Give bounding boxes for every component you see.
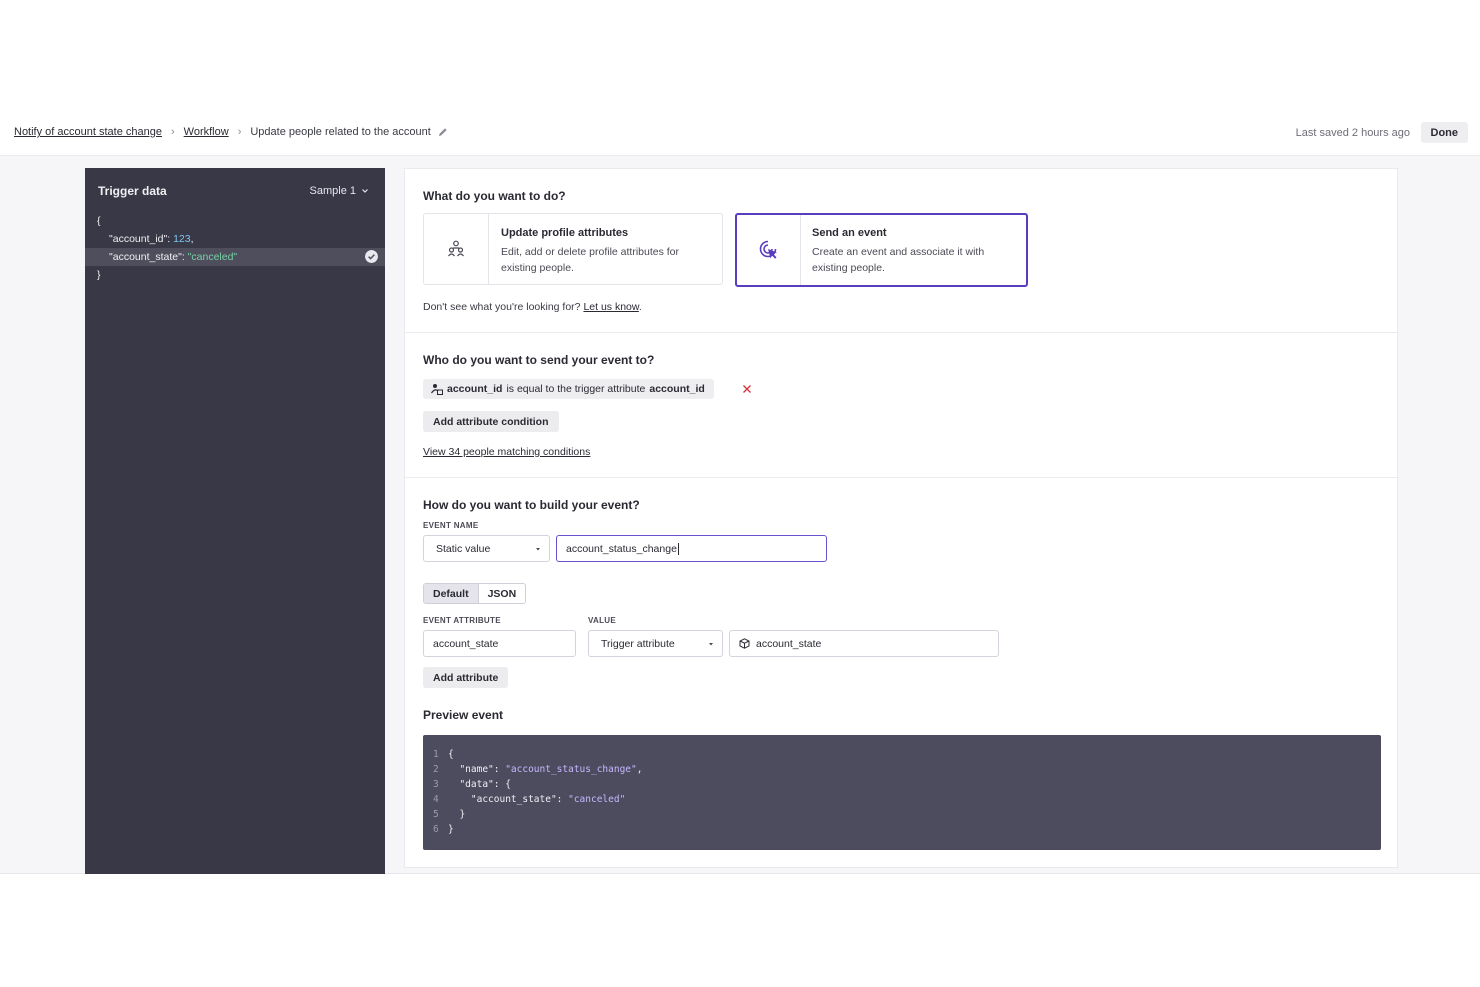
preview-title: Preview event xyxy=(423,708,504,722)
tab-json[interactable]: JSON xyxy=(479,584,526,603)
card-title: Send an event xyxy=(812,227,887,239)
event-attribute-input[interactable]: account_state xyxy=(423,630,576,657)
breadcrumb-campaign[interactable]: Notify of account state change xyxy=(14,126,162,138)
breadcrumb-current: Update people related to the account xyxy=(250,126,431,138)
json-line-account-state[interactable]: "account_state": "canceled" xyxy=(85,248,385,266)
send-event-card[interactable]: Send an event Create an event and associ… xyxy=(735,213,1028,287)
json-line-account-id[interactable]: "account_id": 123, xyxy=(85,230,385,248)
chevron-right-icon: › xyxy=(237,126,242,138)
caret-down-icon xyxy=(709,643,713,646)
audience-section: Who do you want to send your event to? a… xyxy=(405,333,1399,478)
code-line: 5 } xyxy=(433,809,466,820)
add-attribute-condition-button[interactable]: Add attribute condition xyxy=(423,411,559,432)
done-button[interactable]: Done xyxy=(1420,122,1468,143)
attribute-condition-chip[interactable]: account_id is equal to the trigger attri… xyxy=(423,379,714,399)
audience-question: Who do you want to send your event to? xyxy=(423,353,655,367)
last-saved-text: Last saved 2 hours ago xyxy=(1295,127,1410,139)
view-matching-link-wrap: View 34 people matching conditions xyxy=(423,446,590,458)
breadcrumb: Notify of account state change › Workflo… xyxy=(14,126,448,138)
action-question: What do you want to do? xyxy=(423,189,566,203)
code-line: 2 "name": "account_status_change", xyxy=(433,764,643,775)
json-line: { xyxy=(97,215,101,227)
event-attribute-label: EVENT ATTRIBUTE xyxy=(423,616,501,625)
person-attribute-icon xyxy=(431,384,443,395)
event-name-label: EVENT NAME xyxy=(423,521,479,530)
pencil-icon[interactable] xyxy=(438,127,448,137)
sample-dropdown[interactable]: Sample 1 xyxy=(310,185,369,197)
sample-label: Sample 1 xyxy=(309,185,356,197)
value-label: VALUE xyxy=(588,616,617,625)
top-bar: Notify of account state change › Workflo… xyxy=(0,110,1480,156)
let-us-know-link[interactable]: Let us know xyxy=(583,301,638,313)
cursor-click-icon xyxy=(737,215,801,285)
cube-icon xyxy=(739,638,750,649)
workspace: Trigger data Sample 1 { "account_id": 12… xyxy=(0,156,1480,874)
code-line: 6} xyxy=(433,824,454,835)
json-line: } xyxy=(97,269,101,281)
view-matching-people-link[interactable]: View 34 people matching conditions xyxy=(423,446,590,458)
caret-down-icon xyxy=(536,548,540,551)
help-text: Don't see what you're looking for? Let u… xyxy=(423,301,642,313)
remove-condition-icon[interactable] xyxy=(741,383,753,395)
update-profile-card[interactable]: Update profile attributes Edit, add or d… xyxy=(423,213,723,285)
card-title: Update profile attributes xyxy=(501,227,629,239)
trigger-attribute-input[interactable]: account_state xyxy=(729,630,999,657)
code-line: 4 "account_state": "canceled" xyxy=(433,794,626,805)
action-type-section: What do you want to do? Update profile a… xyxy=(405,169,1399,333)
tab-default[interactable]: Default xyxy=(424,584,479,603)
event-name-input[interactable]: account_status_change xyxy=(556,535,827,562)
card-description: Create an event and associate it with ex… xyxy=(812,246,985,274)
add-attribute-button[interactable]: Add attribute xyxy=(423,667,509,688)
action-editor: What do you want to do? Update profile a… xyxy=(404,168,1399,868)
build-question: How do you want to build your event? xyxy=(423,498,640,512)
card-description: Edit, add or delete profile attributes f… xyxy=(501,246,680,274)
breadcrumb-workflow[interactable]: Workflow xyxy=(184,126,229,138)
trigger-data-panel: Trigger data Sample 1 { "account_id": 12… xyxy=(85,168,385,874)
trigger-json: { "account_id": 123, "account_state": "c… xyxy=(85,212,385,284)
chevron-down-icon xyxy=(362,189,368,193)
code-line: 1{ xyxy=(433,749,454,760)
code-line: 3 "data": { xyxy=(433,779,511,790)
check-circle-icon xyxy=(365,250,378,263)
trigger-data-title: Trigger data xyxy=(98,184,167,198)
people-icon xyxy=(424,214,489,284)
value-source-select[interactable]: Trigger attribute xyxy=(588,630,723,657)
chevron-right-icon: › xyxy=(170,126,175,138)
event-preview-code: 1{ 2 "name": "account_status_change", 3 … xyxy=(423,735,1381,850)
event-name-source-select[interactable]: Static value xyxy=(423,535,550,562)
format-toggle: Default JSON xyxy=(423,583,527,604)
